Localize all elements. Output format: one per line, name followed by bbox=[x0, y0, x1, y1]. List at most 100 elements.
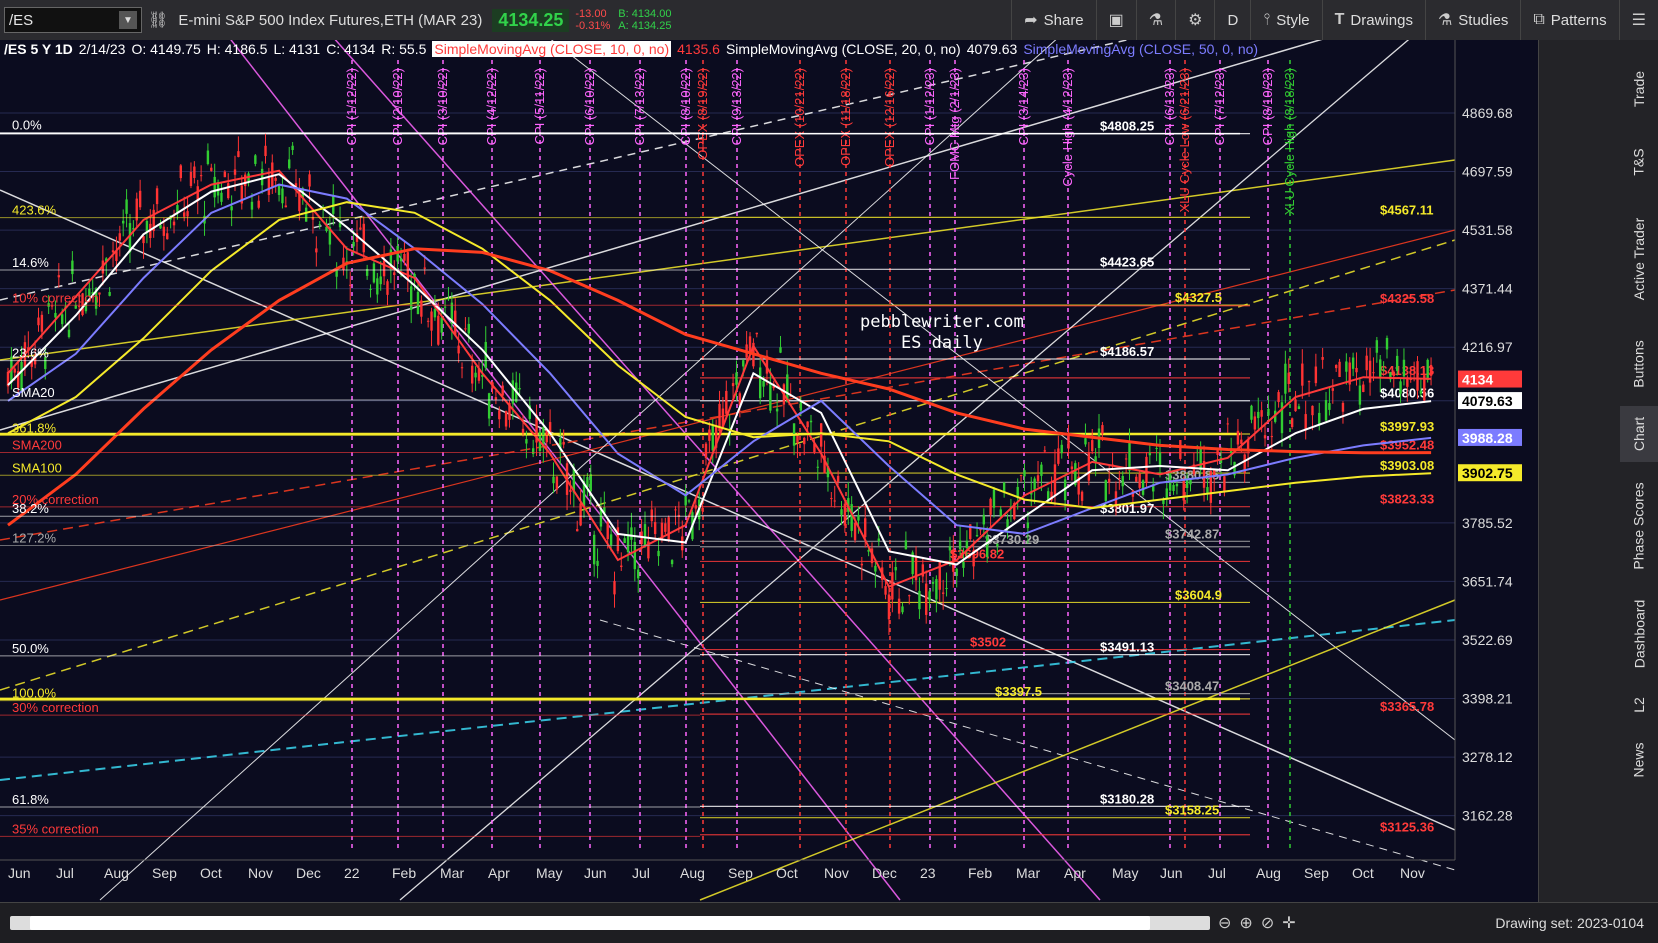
price-bar-body bbox=[460, 367, 464, 369]
price-bar-body bbox=[962, 561, 965, 568]
price-bar-body bbox=[1355, 367, 1358, 373]
x-tick-label: Nov bbox=[248, 865, 273, 881]
settings-button[interactable]: ⚙ bbox=[1175, 0, 1214, 40]
bar-high: H: 4186.5 bbox=[206, 41, 268, 57]
sidebar-tab-phase-scores[interactable]: Phase Scores bbox=[1620, 470, 1658, 582]
sidebar-tab-label: L2 bbox=[1630, 697, 1647, 713]
sidebar-tab-news[interactable]: News bbox=[1620, 732, 1658, 788]
price-bar-body bbox=[1284, 363, 1287, 394]
sidebar-tab-buttons[interactable]: Buttons bbox=[1620, 330, 1658, 398]
price-bar-body bbox=[674, 509, 677, 511]
y-tick-label: 4531.58 bbox=[1462, 222, 1513, 238]
x-tick-label: Aug bbox=[1256, 865, 1281, 881]
price-bar-body bbox=[1138, 473, 1141, 488]
sidebar-tab-active-trader[interactable]: Active Trader bbox=[1620, 196, 1658, 322]
price-bar-body bbox=[941, 592, 945, 594]
sidebar-tab-t-s[interactable]: T&S bbox=[1620, 136, 1658, 188]
price-bar-body bbox=[359, 227, 362, 230]
price-bar-body bbox=[1402, 359, 1406, 377]
sma50-label[interactable]: SimpleMovingAvg (CLOSE, 50, 0, no) bbox=[1023, 41, 1258, 57]
share-icon: ➦ bbox=[1024, 12, 1038, 29]
sma10-value: 4135.6 bbox=[677, 41, 720, 57]
price-bar-body bbox=[531, 448, 535, 455]
crosshair-icon[interactable]: ✛ bbox=[1282, 913, 1295, 933]
sidebar-tab-dashboard[interactable]: Dashboard bbox=[1620, 590, 1658, 678]
fib-label: 100.0% bbox=[12, 686, 57, 701]
price-bar-body bbox=[1175, 483, 1179, 487]
price-bar-body bbox=[1070, 466, 1074, 470]
price-bar-body bbox=[989, 498, 992, 515]
flask-button[interactable]: ⚗ bbox=[1135, 0, 1175, 40]
price-bar-body bbox=[833, 500, 836, 502]
price-bar-body bbox=[474, 372, 477, 378]
y-tick-label: 4697.59 bbox=[1462, 164, 1513, 180]
sma20-label[interactable]: SimpleMovingAvg (CLOSE, 20, 0, no) bbox=[726, 41, 961, 57]
zoom-in-icon[interactable]: ⊕ bbox=[1239, 913, 1252, 933]
x-tick-label: May bbox=[536, 865, 562, 881]
price-bar-body bbox=[1426, 359, 1429, 380]
price-bar-body bbox=[755, 332, 758, 335]
price-bar-body bbox=[122, 220, 125, 224]
price-chart[interactable]: CPI (1/12/22) CPI (2/10/22) CPI (3/10/22) C… bbox=[0, 40, 1538, 902]
chart-background bbox=[0, 40, 1538, 902]
level-label: $3408.47 bbox=[1165, 679, 1219, 694]
sidebar-tab-label: News bbox=[1630, 742, 1647, 778]
chevron-down-icon[interactable]: ▼ bbox=[119, 11, 137, 29]
price-bar-body bbox=[806, 421, 809, 428]
sidebar-tab-label: Active Trader bbox=[1631, 217, 1648, 301]
price-bar-body bbox=[403, 253, 406, 261]
zoom-fit-icon[interactable]: ⊘ bbox=[1261, 913, 1274, 933]
price-bar-body bbox=[901, 606, 904, 613]
price-bar-body bbox=[992, 489, 996, 508]
price-bar-body bbox=[1294, 399, 1297, 412]
link-icon[interactable]: ⛓ bbox=[148, 10, 168, 30]
screenshot-button[interactable]: ▣ bbox=[1095, 0, 1136, 40]
price-bar-body bbox=[223, 171, 227, 178]
fib-label: 423.6% bbox=[12, 203, 57, 218]
toolbar: /ES ▼ ⛓ E-mini S&P 500 Index Futures,ETH… bbox=[0, 0, 1658, 41]
patterns-button[interactable]: ⧉ Patterns bbox=[1520, 0, 1618, 40]
level-label: $4186.57 bbox=[1100, 344, 1154, 359]
price-bar-body bbox=[670, 560, 674, 565]
zoom-out-icon[interactable]: ⊖ bbox=[1218, 913, 1231, 933]
price-bar-body bbox=[1334, 364, 1338, 369]
price-bar-body bbox=[369, 288, 372, 290]
fib-label: 127.2% bbox=[12, 531, 57, 546]
price-bar-body bbox=[1331, 388, 1334, 391]
price-bar-body bbox=[1399, 381, 1402, 394]
sma10-label[interactable]: SimpleMovingAvg (CLOSE, 10, 0, no) bbox=[432, 41, 672, 57]
price-bar-body bbox=[552, 476, 555, 484]
price-bar-body bbox=[264, 145, 267, 157]
price-bar-body bbox=[576, 529, 579, 532]
price-bar-body bbox=[653, 522, 657, 535]
period-button[interactable]: D bbox=[1214, 0, 1250, 40]
symbol-input[interactable]: /ES ▼ bbox=[4, 7, 142, 33]
fib-label: 361.8% bbox=[12, 420, 57, 435]
bar-low: L: 4131 bbox=[273, 41, 321, 57]
price-bar-body bbox=[935, 579, 938, 600]
symbol-text: /ES bbox=[9, 11, 34, 29]
price-bar-body bbox=[965, 540, 969, 549]
price-bar-body bbox=[464, 328, 467, 330]
price-bar-body bbox=[840, 509, 843, 515]
change-percent: -0.31% bbox=[575, 20, 611, 32]
menu-button[interactable]: ☰ bbox=[1618, 0, 1658, 40]
price-bar-body bbox=[599, 509, 603, 527]
price-bar-body bbox=[1094, 456, 1097, 463]
scrollbar-thumb[interactable] bbox=[30, 916, 1150, 930]
share-button[interactable]: ➦ Share bbox=[1011, 0, 1095, 40]
price-bar-body bbox=[626, 534, 630, 553]
price-bar-body bbox=[948, 546, 952, 551]
sidebar-tab-trade[interactable]: Trade bbox=[1620, 50, 1658, 128]
price-bar-body bbox=[931, 582, 935, 584]
studies-button[interactable]: ⚗ Studies bbox=[1424, 0, 1520, 40]
sidebar-tab-chart[interactable]: Chart bbox=[1620, 406, 1658, 462]
drawings-button[interactable]: T Drawings bbox=[1321, 0, 1425, 40]
price-bar-body bbox=[630, 527, 633, 540]
level-label: $3397.5 bbox=[995, 684, 1042, 699]
level-label: $3823.33 bbox=[1380, 492, 1434, 507]
sidebar-tab-l2[interactable]: L2 bbox=[1620, 686, 1658, 724]
horizontal-scrollbar[interactable] bbox=[10, 916, 1210, 930]
style-button[interactable]: ⫯ Style bbox=[1250, 0, 1321, 40]
price-bar-body bbox=[199, 175, 203, 177]
